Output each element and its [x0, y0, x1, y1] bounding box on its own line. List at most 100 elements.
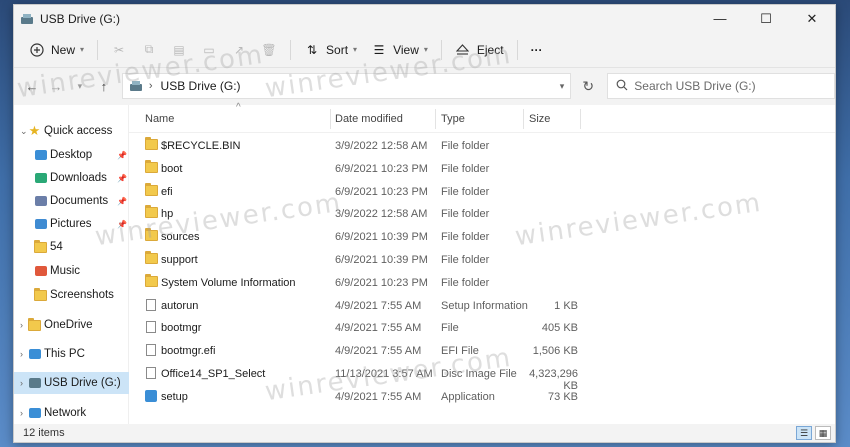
file-row[interactable]: efi 6/9/2021 10:23 PM File folder — [129, 181, 835, 203]
nav-item-label: Downloads — [50, 172, 107, 184]
nav-item[interactable]: › OneDrive — [14, 314, 129, 336]
chevron-down-icon[interactable]: ⌄ — [20, 126, 28, 137]
file-row[interactable]: setup 4/9/2021 7:55 AM Application 73 KB — [129, 386, 835, 408]
usb-drive-icon — [129, 80, 143, 92]
up-button[interactable]: ↑ — [92, 74, 116, 98]
chevron-right-icon[interactable]: › — [20, 320, 23, 330]
plus-circle-icon — [29, 42, 45, 58]
title-bar: USB Drive (G:) — ☐ ✕ — [14, 5, 835, 32]
folder-icon — [145, 205, 158, 219]
nav-item[interactable]: › Network — [14, 402, 129, 424]
file-row[interactable]: bootmgr.efi 4/9/2021 7:55 AM EFI File 1,506… — [129, 340, 835, 362]
details-view-button[interactable]: ☰ — [796, 426, 812, 440]
refresh-button[interactable]: ↻ — [575, 73, 601, 99]
file-row[interactable]: hp 3/9/2022 12:58 AM File folder — [129, 203, 835, 225]
share-button[interactable]: ↗ — [224, 36, 254, 64]
nav-item[interactable]: 54 — [14, 236, 129, 258]
nav-item[interactable]: ⌄ ★ Quick access — [14, 120, 129, 142]
file-size: 73 KB — [548, 390, 578, 403]
close-button[interactable]: ✕ — [789, 5, 835, 32]
recent-locations-button[interactable]: ▾ — [68, 74, 92, 98]
file-name: setup — [161, 390, 188, 403]
rename-button[interactable]: ▭ — [194, 36, 224, 64]
nav-item[interactable]: › This PC — [14, 343, 129, 365]
nav-item-label: Desktop — [50, 149, 93, 161]
file-row[interactable]: support 6/9/2021 10:39 PM File folder — [129, 249, 835, 271]
nav-item[interactable]: › USB Drive (G:) — [14, 372, 129, 394]
eject-label: Eject — [476, 42, 504, 57]
eject-button[interactable]: Eject — [448, 36, 511, 64]
maximize-button[interactable]: ☐ — [743, 5, 789, 32]
column-divider[interactable] — [580, 109, 581, 129]
file-row[interactable]: bootmgr 4/9/2021 7:55 AM File 405 KB — [129, 317, 835, 339]
tiles-view-button[interactable]: ▦ — [815, 426, 831, 440]
toolbar-divider — [290, 39, 292, 60]
share-icon: ↗ — [234, 42, 245, 57]
column-header: ^ Name Date modified Type Size — [129, 102, 835, 133]
file-row[interactable]: autorun 4/9/2021 7:55 AM Setup Information… — [129, 295, 835, 317]
nav-item-label: Network — [44, 407, 87, 419]
file-name: $RECYCLE.BIN — [161, 140, 241, 152]
search-input[interactable]: Search USB Drive (G:) — [607, 73, 835, 99]
chevron-right-icon[interactable]: › — [20, 408, 23, 418]
nav-item[interactable]: Desktop 📌 — [14, 144, 129, 166]
file-date: 6/9/2021 10:23 PM — [335, 276, 428, 289]
file-type: File folder — [441, 208, 490, 221]
minimize-button[interactable]: — — [697, 5, 743, 32]
file-row[interactable]: sources 6/9/2021 10:39 PM File folder — [129, 226, 835, 248]
more-icon: ··· — [530, 42, 543, 57]
nav-item[interactable]: Documents 📌 — [14, 190, 129, 212]
file-row[interactable]: boot 6/9/2021 10:23 PM File folder — [129, 158, 835, 180]
explorer-window: USB Drive (G:) — ☐ ✕ New ▾ ✂ ⧉ ▤ ▭ ↗ 🗑 ⇅… — [13, 4, 836, 443]
breadcrumb-path[interactable]: USB Drive (G:) — [161, 79, 241, 93]
file-date: 6/9/2021 10:23 PM — [335, 162, 428, 175]
copy-icon: ⧉ — [144, 42, 154, 56]
more-options-button[interactable]: ··· — [524, 36, 550, 64]
address-bar[interactable]: › USB Drive (G:) ▾ — [121, 73, 572, 99]
toolbar-divider — [97, 39, 99, 60]
search-icon — [616, 79, 628, 94]
column-name[interactable]: Name — [145, 113, 174, 125]
column-date[interactable]: Date modified — [335, 113, 403, 125]
paste-button[interactable]: ▤ — [164, 36, 194, 64]
refresh-icon: ↻ — [582, 77, 595, 94]
chevron-right-icon[interactable]: › — [20, 378, 23, 388]
file-date: 6/9/2021 10:23 PM — [335, 185, 428, 198]
column-divider[interactable] — [435, 109, 436, 129]
file-name: Office14_SP1_Select — [161, 368, 266, 380]
file-name: bootmgr.efi — [161, 345, 216, 358]
file-row[interactable]: System Volume Information 6/9/2021 10:23 … — [129, 272, 835, 294]
column-divider[interactable] — [330, 109, 331, 129]
chevron-down-icon: ▾ — [353, 45, 358, 54]
file-name: System Volume Information — [161, 276, 296, 289]
usb-drive-icon — [20, 12, 34, 26]
nav-item[interactable]: Pictures 📌 — [14, 213, 129, 235]
pin-icon: 📌 — [117, 219, 127, 229]
nav-item[interactable]: Downloads 📌 — [14, 167, 129, 189]
delete-button[interactable]: 🗑 — [254, 36, 284, 64]
view-button[interactable]: ☰ View ▾ — [364, 36, 435, 64]
chevron-down-icon[interactable]: ▾ — [560, 81, 565, 92]
file-list: ^ Name Date modified Type Size $RECYCLE.… — [129, 102, 835, 424]
column-size[interactable]: Size — [529, 113, 550, 125]
nav-item[interactable]: Music — [14, 260, 129, 282]
nav-item-label: Documents — [50, 195, 109, 207]
chevron-right-icon[interactable]: › — [20, 349, 23, 359]
back-button[interactable]: ← — [20, 74, 44, 98]
sort-label: Sort — [326, 42, 349, 57]
column-type[interactable]: Type — [441, 113, 465, 125]
column-divider[interactable] — [523, 109, 524, 129]
new-button[interactable]: New ▾ — [22, 36, 91, 64]
pin-icon: 📌 — [117, 196, 127, 206]
sort-button[interactable]: ⇅ Sort ▾ — [297, 36, 364, 64]
sort-up-icon: ^ — [236, 102, 241, 113]
network-icon — [28, 407, 41, 419]
nav-item[interactable]: Screenshots — [14, 284, 129, 306]
forward-button[interactable]: → — [44, 74, 68, 98]
breadcrumb-chevron-icon: › — [148, 80, 153, 92]
file-row[interactable]: Office14_SP1_Select 11/13/2021 3:57 AM Dis… — [129, 363, 835, 392]
copy-button[interactable]: ⧉ — [134, 36, 164, 64]
file-name: efi — [161, 185, 173, 198]
file-row[interactable]: $RECYCLE.BIN 3/9/2022 12:58 AM File folder — [129, 135, 835, 157]
cut-button[interactable]: ✂ — [104, 36, 134, 64]
